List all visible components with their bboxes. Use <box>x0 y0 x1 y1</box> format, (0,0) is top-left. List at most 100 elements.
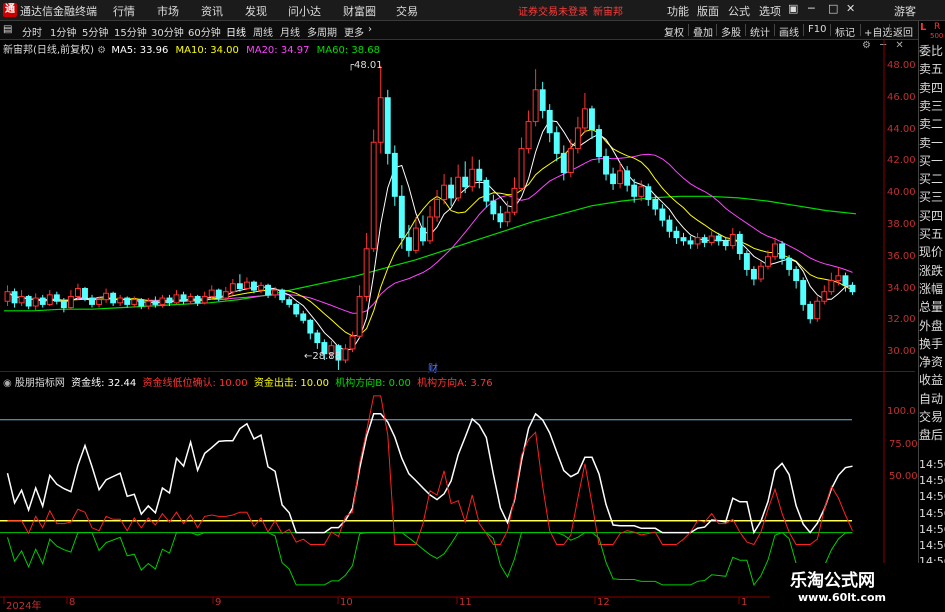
side-label[interactable]: 买一 <box>919 152 943 169</box>
side-label[interactable]: 交易 <box>919 408 943 425</box>
candle-body <box>736 233 743 255</box>
side-label[interactable]: 涨幅 <box>919 280 943 297</box>
side-label[interactable]: 买三 <box>919 188 943 205</box>
candle-body <box>483 179 490 202</box>
candle-body <box>596 129 602 158</box>
price-tick-label: 36.00 <box>887 250 916 262</box>
side-label[interactable]: 买五 <box>919 225 943 242</box>
trade-time-label: 14:56 <box>919 506 945 520</box>
jigou-b-line <box>7 532 853 586</box>
candle-body <box>652 198 659 210</box>
price-tick-label: 30.00 <box>887 346 916 358</box>
jga-value: 机构方向A: 3.76 <box>417 378 493 389</box>
candle-body <box>539 89 546 111</box>
price-tick-label: 42.00 <box>887 155 916 167</box>
candle-body <box>666 219 673 232</box>
candle-body <box>680 237 687 242</box>
jgb-value: 机构方向B: 0.00 <box>335 378 411 389</box>
candle-body <box>166 297 173 304</box>
side-label[interactable]: 现价 <box>919 243 943 260</box>
candle-body <box>173 294 180 304</box>
candle-body <box>279 289 286 301</box>
candle-body <box>518 148 525 189</box>
side-label[interactable]: 涨跌 <box>919 262 943 279</box>
candle-body <box>152 300 159 305</box>
candle-body <box>18 295 25 304</box>
candle-body <box>201 295 208 304</box>
pane-divider <box>0 371 915 372</box>
candle-body <box>842 275 849 286</box>
side-label[interactable]: 自动 <box>919 390 943 407</box>
side-label[interactable]: 买四 <box>919 207 943 224</box>
finance-event-marker[interactable]: 财 <box>428 360 438 375</box>
side-label[interactable]: 卖三 <box>919 97 943 114</box>
candle-body <box>103 292 110 301</box>
zjx-value: 资金线: 32.44 <box>71 378 137 389</box>
candle-body <box>610 173 617 185</box>
price-tick-label: 32.00 <box>887 314 916 326</box>
candle-body <box>504 211 511 223</box>
candle-body <box>828 280 835 293</box>
candle-body <box>603 156 609 175</box>
side-label[interactable]: 委比 <box>919 42 943 59</box>
candle-body <box>793 268 800 282</box>
side-label[interactable]: 盘后 <box>919 426 943 443</box>
candle-body <box>849 284 856 293</box>
candle-body <box>638 186 645 197</box>
date-tick-label: 2024年 <box>6 601 42 612</box>
candle-body <box>370 141 377 250</box>
candle-body <box>405 237 412 251</box>
side-label[interactable]: 总量 <box>919 298 943 315</box>
candle-body <box>208 289 215 297</box>
candle-body <box>574 127 581 150</box>
side-label[interactable]: 换手 <box>919 335 943 352</box>
kline-chart[interactable] <box>0 0 945 609</box>
indicator-name[interactable]: 股朋指标网 <box>15 378 65 389</box>
price-tick-label: 46.00 <box>887 91 916 103</box>
candle-body <box>265 284 272 296</box>
trade-time-label: 14:56 <box>919 539 945 552</box>
side-label[interactable]: 买二 <box>919 170 943 187</box>
side-tab-l[interactable]: L <box>920 22 926 33</box>
candle-body <box>110 292 117 304</box>
candle-body <box>715 235 722 242</box>
side-label[interactable]: 卖五 <box>919 60 943 77</box>
candle-body <box>631 184 638 197</box>
candle-body <box>4 291 11 302</box>
candle-body <box>546 109 553 134</box>
candle-body <box>89 297 95 305</box>
side-label[interactable]: 卖二 <box>919 115 943 132</box>
candle-body <box>694 237 701 245</box>
candle-body <box>53 294 60 302</box>
candle-body <box>96 299 103 305</box>
candle-body <box>743 253 750 270</box>
candle-body <box>159 297 166 305</box>
candle-body <box>581 108 588 129</box>
side-label[interactable]: 净资 <box>919 353 943 370</box>
side-label[interactable]: 卖一 <box>919 134 943 151</box>
zijinxian-line <box>6 412 853 535</box>
candle-body <box>74 288 81 297</box>
side-label[interactable]: 外盘 <box>919 317 943 334</box>
candle-body <box>194 295 201 304</box>
side-tab-r[interactable]: R <box>934 22 940 32</box>
price-tick-label: 40.00 <box>887 187 916 199</box>
candle-body <box>293 303 300 315</box>
date-tick-label: 10 <box>340 597 353 608</box>
trade-time-label: 14:56 <box>919 490 945 504</box>
candle-body <box>469 168 476 188</box>
candle-body <box>708 235 715 243</box>
date-tick-label: 9 <box>215 597 222 608</box>
candle-body <box>476 168 483 181</box>
candle-body <box>300 313 307 321</box>
candle-body <box>272 289 279 296</box>
indicator-icon[interactable]: ◉ <box>3 378 12 389</box>
candle-body <box>391 152 398 197</box>
candle-body <box>722 240 729 247</box>
candle-body <box>659 208 666 221</box>
date-tick-label: 1 <box>741 597 748 608</box>
side-label[interactable]: 收益 <box>919 371 943 388</box>
dw-value: 资金线低位确认: 10.00 <box>142 378 248 389</box>
side-label[interactable]: 卖四 <box>919 79 943 96</box>
candle-body <box>384 97 391 154</box>
